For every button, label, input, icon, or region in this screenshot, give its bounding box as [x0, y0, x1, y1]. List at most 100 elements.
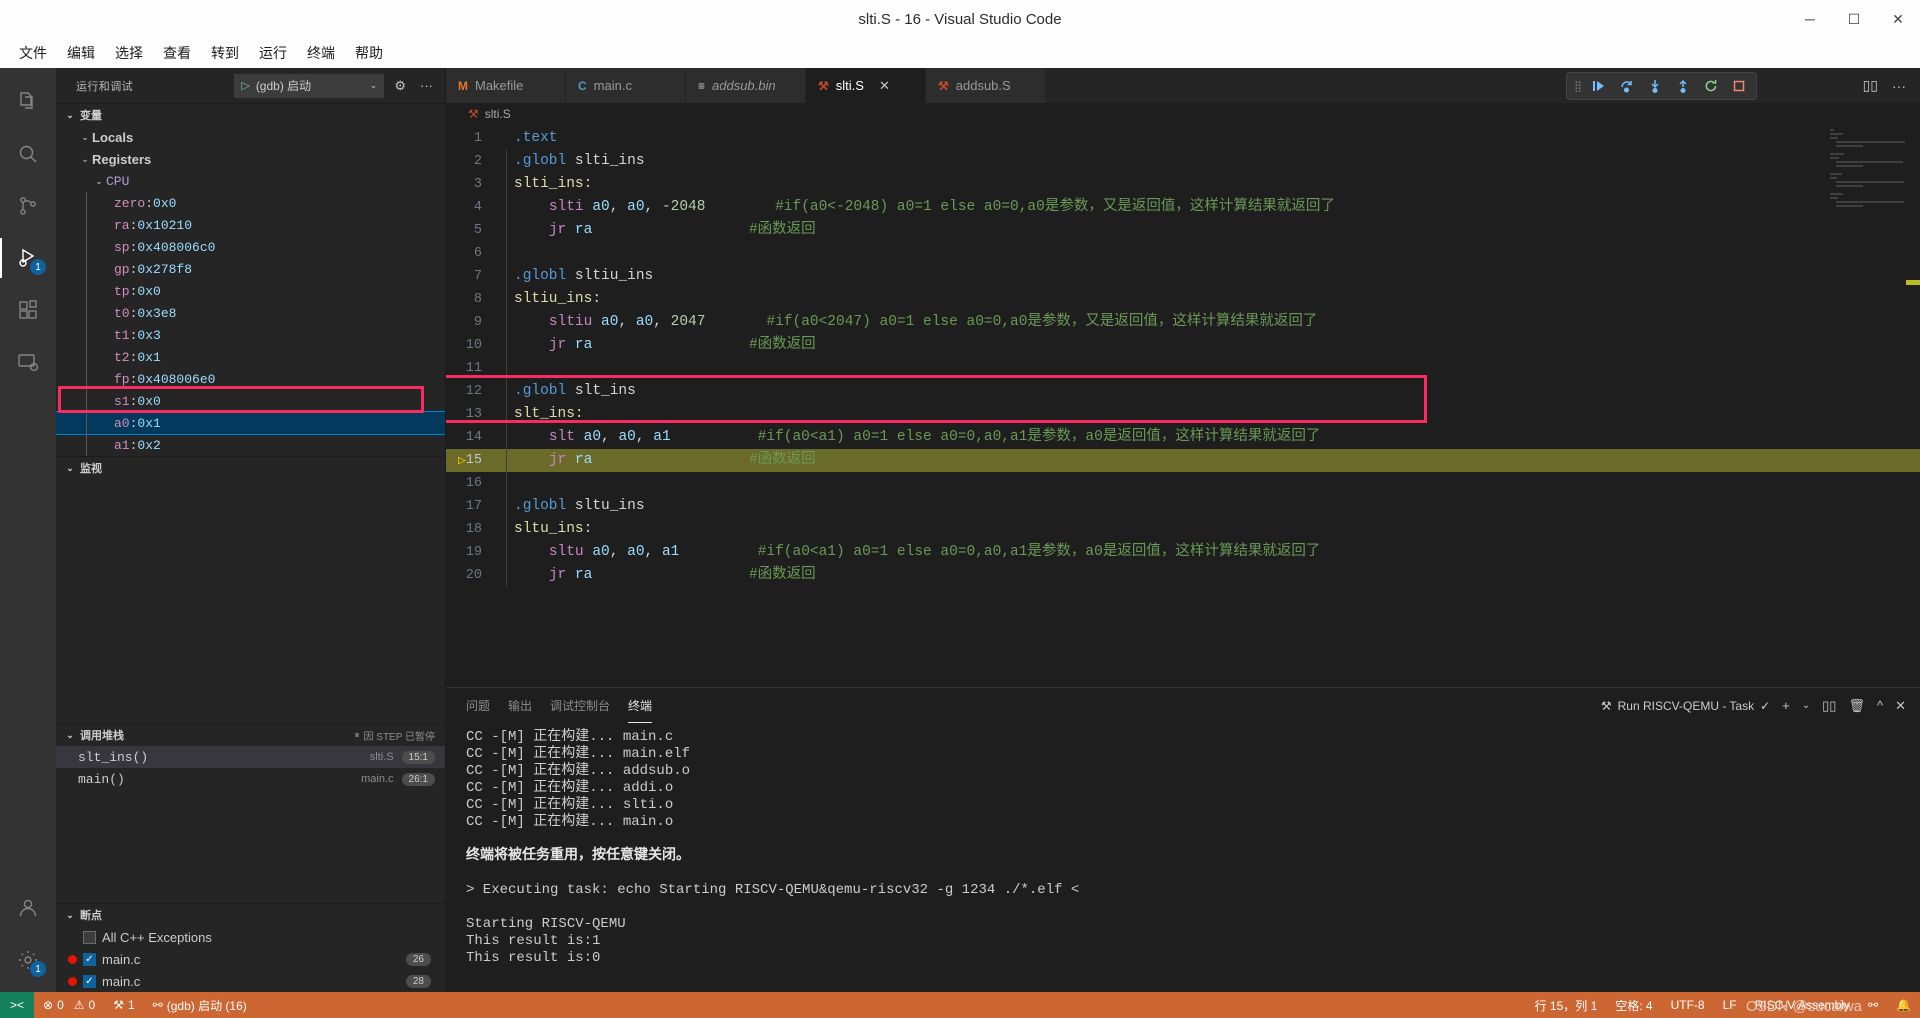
- menu-item-2[interactable]: 选择: [106, 39, 152, 67]
- code-line[interactable]: 18 sltu_ins:: [446, 518, 1920, 541]
- code-editor[interactable]: 1 .text 2 .globl slti_ins 3 slti_ins: 4 slti a…: [446, 125, 1920, 687]
- register-row-fp[interactable]: fp: 0x408006e0: [56, 368, 445, 390]
- register-row-tp[interactable]: tp: 0x0: [56, 280, 445, 302]
- settings-gear-icon[interactable]: 1: [0, 934, 56, 986]
- code-line[interactable]: 19 sltu a0, a0, a1 #if(a0<a1) a0=1 else …: [446, 541, 1920, 564]
- notifications-status[interactable]: 🔔: [1887, 992, 1920, 1018]
- step-into-button[interactable]: [1642, 74, 1668, 98]
- split-editor-icon[interactable]: ▯▯: [1863, 77, 1878, 94]
- callstack-frame[interactable]: main() main.c 26:1: [56, 768, 445, 790]
- code-line[interactable]: 3 slti_ins:: [446, 173, 1920, 196]
- eol-status[interactable]: LF: [1714, 992, 1746, 1018]
- menu-item-5[interactable]: 运行: [250, 39, 296, 67]
- step-out-button[interactable]: [1670, 74, 1696, 98]
- breakpoint-row[interactable]: ✓ main.c 28: [56, 970, 445, 992]
- code-line[interactable]: 10 jr ra #函数返回: [446, 334, 1920, 357]
- problems-status[interactable]: ⊗ 0 ⚠ 0: [34, 992, 104, 1018]
- register-row-gp[interactable]: gp: 0x278f8: [56, 258, 445, 280]
- variables-group-registers[interactable]: ⌄ Registers: [56, 148, 445, 170]
- explorer-icon[interactable]: [0, 76, 56, 128]
- close-panel-icon[interactable]: ✕: [1895, 698, 1906, 714]
- chevron-down-icon[interactable]: ⌄: [64, 110, 76, 121]
- source-control-icon[interactable]: [0, 180, 56, 232]
- editor-tab-main-c[interactable]: Cmain.c: [566, 68, 686, 103]
- restart-button[interactable]: [1698, 74, 1724, 98]
- gear-icon[interactable]: ⚙: [390, 76, 410, 96]
- breadcrumb-file-label[interactable]: slti.S: [485, 107, 511, 121]
- variables-group-cpu[interactable]: ⌄ CPU: [56, 170, 445, 192]
- code-line[interactable]: 16: [446, 472, 1920, 495]
- code-line[interactable]: 9 sltiu a0, a0, 2047 #if(a0<2047) a0=1 e…: [446, 311, 1920, 334]
- drag-handle-icon[interactable]: ⣿: [1571, 80, 1584, 93]
- register-row-zero[interactable]: zero: 0x0: [56, 192, 445, 214]
- code-line[interactable]: 7 .globl sltiu_ins: [446, 265, 1920, 288]
- code-line[interactable]: 4 slti a0, a0, -2048 #if(a0<-2048) a0=1 …: [446, 196, 1920, 219]
- breakpoints-header[interactable]: ⌄ 断点: [56, 904, 445, 926]
- code-line[interactable]: 20 jr ra #函数返回: [446, 564, 1920, 587]
- stop-button[interactable]: [1726, 74, 1752, 98]
- breakpoint-row[interactable]: All C++ Exceptions: [56, 926, 445, 948]
- chevron-down-icon[interactable]: ⌄: [370, 80, 378, 91]
- editor-tab-addsub-bin[interactable]: ≡ addsub.bin: [686, 68, 806, 103]
- callstack-header[interactable]: ⌄ 调用堆栈 ⏸ 因 STEP 已暂停: [56, 724, 445, 746]
- continue-button[interactable]: [1586, 74, 1612, 98]
- chevron-down-icon[interactable]: ⌄: [78, 132, 92, 143]
- menu-item-6[interactable]: 终端: [298, 39, 344, 67]
- code-line[interactable]: 13 slt_ins:: [446, 403, 1920, 426]
- menu-item-3[interactable]: 查看: [154, 39, 200, 67]
- step-over-button[interactable]: [1614, 74, 1640, 98]
- more-icon[interactable]: ···: [416, 76, 437, 95]
- code-line[interactable]: 5 jr ra #函数返回: [446, 219, 1920, 242]
- register-row-t0[interactable]: t0: 0x3e8: [56, 302, 445, 324]
- terminal-task-label[interactable]: ⚒ Run RISCV-QEMU - Task ✓: [1601, 699, 1770, 713]
- indentation-status[interactable]: 空格: 4: [1606, 992, 1661, 1018]
- remote-explorer-icon[interactable]: [0, 336, 56, 388]
- kill-terminal-icon[interactable]: 🗑: [1848, 698, 1865, 714]
- menu-item-0[interactable]: 文件: [10, 39, 56, 67]
- panel-tab-输出[interactable]: 输出: [508, 688, 532, 723]
- minimize-button[interactable]: ─: [1788, 0, 1832, 38]
- more-actions-icon[interactable]: ···: [1892, 78, 1906, 94]
- maximize-button[interactable]: ☐: [1832, 0, 1876, 38]
- minimap[interactable]: [1830, 129, 1906, 209]
- callstack-frame[interactable]: slt_ins() slti.S 15:1: [56, 746, 445, 768]
- register-row-a0[interactable]: a0: 0x1: [56, 411, 445, 435]
- debug-session-status[interactable]: ⚯ (gdb) 启动 (16): [144, 992, 256, 1018]
- cursor-position-status[interactable]: 行 15，列 1: [1526, 992, 1607, 1018]
- breakpoint-checkbox[interactable]: ✓: [83, 952, 96, 966]
- register-row-ra[interactable]: ra: 0x10210: [56, 214, 445, 236]
- remote-indicator[interactable]: ><: [0, 992, 35, 1018]
- breakpoint-checkbox[interactable]: ✓: [83, 974, 96, 988]
- extensions-icon[interactable]: [0, 284, 56, 336]
- code-line[interactable]: 14 slt a0, a0, a1 #if(a0<a1) a0=1 else a…: [446, 426, 1920, 449]
- account-icon[interactable]: [0, 882, 56, 934]
- run-debug-icon[interactable]: 1: [0, 232, 56, 284]
- variables-header[interactable]: ⌄ 变量: [56, 104, 445, 126]
- maximize-panel-icon[interactable]: ^: [1877, 698, 1883, 713]
- register-row-t1[interactable]: t1: 0x3: [56, 324, 445, 346]
- register-row-t2[interactable]: t2: 0x1: [56, 346, 445, 368]
- code-line[interactable]: 11: [446, 357, 1920, 380]
- register-row-s1[interactable]: s1: 0x0: [56, 390, 445, 412]
- live-share-status[interactable]: ⚯: [1859, 992, 1887, 1018]
- chevron-down-icon[interactable]: ⌄: [64, 910, 76, 921]
- variables-group-locals[interactable]: ⌄ Locals: [56, 126, 445, 148]
- code-line[interactable]: 1 .text: [446, 127, 1920, 150]
- panel-tab-终端[interactable]: 终端: [628, 688, 653, 723]
- code-line[interactable]: 2 .globl slti_ins: [446, 150, 1920, 173]
- split-terminal-icon[interactable]: ▯▯: [1822, 698, 1836, 714]
- menu-item-1[interactable]: 编辑: [58, 39, 104, 67]
- chevron-down-icon[interactable]: ⌄: [92, 176, 106, 187]
- editor-tab-addsub-S[interactable]: ⚒ addsub.S: [926, 68, 1046, 103]
- code-line[interactable]: 12 .globl slt_ins: [446, 380, 1920, 403]
- code-line[interactable]: ▷ 15 jr ra #函数返回: [446, 449, 1920, 472]
- editor-tab-Makefile[interactable]: M Makefile: [446, 68, 566, 103]
- register-row-a1[interactable]: a1: 0x2: [56, 434, 445, 456]
- menu-item-4[interactable]: 转到: [202, 39, 248, 67]
- chevron-down-icon[interactable]: ⌄: [64, 463, 76, 474]
- new-terminal-icon[interactable]: +: [1782, 698, 1790, 713]
- chevron-down-icon[interactable]: ⌄: [64, 730, 76, 741]
- start-debug-icon[interactable]: ▷: [241, 79, 249, 92]
- encoding-status[interactable]: UTF-8: [1662, 992, 1714, 1018]
- breakpoint-row[interactable]: ✓ main.c 26: [56, 948, 445, 970]
